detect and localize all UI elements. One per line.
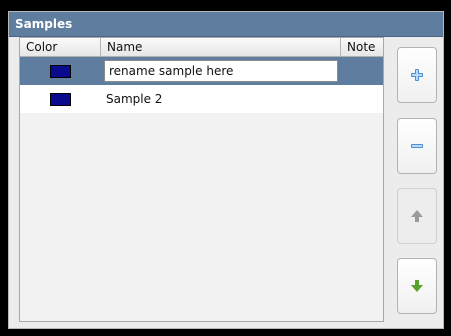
table-row[interactable] xyxy=(20,57,383,85)
color-swatch[interactable] xyxy=(50,64,71,78)
samples-table: Color Name Note Sample 2 xyxy=(19,37,384,322)
panel-title: Samples xyxy=(9,12,443,37)
color-cell[interactable] xyxy=(20,85,101,113)
column-header-color[interactable]: Color xyxy=(20,38,101,56)
name-cell[interactable] xyxy=(101,57,341,85)
column-header-name[interactable]: Name xyxy=(101,38,341,56)
move-up-button[interactable] xyxy=(397,188,437,244)
arrow-up-icon xyxy=(411,210,423,222)
note-cell[interactable] xyxy=(341,85,383,113)
minus-icon xyxy=(411,144,423,148)
table-row[interactable]: Sample 2 xyxy=(20,85,383,113)
add-sample-button[interactable] xyxy=(397,47,437,103)
column-header-note[interactable]: Note xyxy=(341,38,383,56)
name-cell[interactable]: Sample 2 xyxy=(101,85,341,113)
table-header: Color Name Note xyxy=(20,38,383,57)
color-swatch[interactable] xyxy=(50,92,71,106)
plus-icon xyxy=(411,69,423,81)
move-down-button[interactable] xyxy=(397,258,437,314)
sample-name-edit-field[interactable] xyxy=(104,60,338,82)
remove-sample-button[interactable] xyxy=(397,118,437,174)
color-cell[interactable] xyxy=(20,57,101,85)
arrow-down-icon xyxy=(411,280,423,292)
note-cell[interactable] xyxy=(341,57,383,85)
